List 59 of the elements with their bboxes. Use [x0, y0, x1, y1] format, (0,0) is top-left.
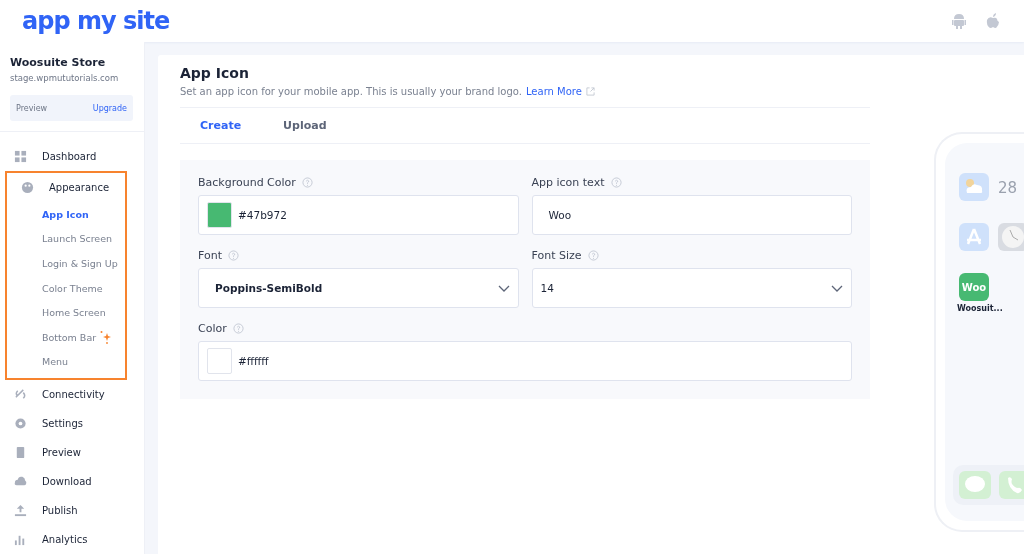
nav-item[interactable]: Settings — [0, 409, 144, 439]
phone-call-icon[interactable] — [999, 471, 1024, 499]
field-label: Color — [198, 322, 227, 335]
help-icon[interactable] — [227, 250, 239, 261]
select-field[interactable]: Poppins-SemiBold — [198, 268, 519, 308]
logo[interactable]: app my site — [22, 7, 170, 35]
color-swatch[interactable] — [207, 202, 232, 228]
select-field[interactable]: 14 — [531, 268, 852, 308]
settings-icon — [14, 417, 27, 431]
upgrade-link[interactable]: Upgrade — [92, 103, 127, 113]
tab[interactable]: Upload — [283, 119, 327, 132]
message-icon[interactable] — [959, 471, 991, 499]
sub-nav-item[interactable]: Home Screen — [7, 300, 125, 325]
store-name: Woosuite Store — [9, 56, 107, 69]
input-field[interactable]: Woo — [531, 195, 852, 235]
bar-chart-icon — [14, 533, 27, 547]
clock-icon[interactable] — [998, 223, 1024, 251]
sub-nav-item[interactable]: Menu — [7, 349, 125, 375]
external-link-icon — [585, 87, 595, 96]
nav-item[interactable]: Analytics — [0, 525, 144, 554]
nav-item[interactable]: Connectivity — [0, 380, 144, 410]
nav-item[interactable]: Dashboard — [0, 142, 144, 171]
weather-icon[interactable] — [959, 173, 989, 201]
field-label: App icon text — [531, 176, 605, 189]
chevron-down-icon — [831, 284, 843, 292]
color-swatch[interactable] — [207, 348, 232, 374]
learn-more-link[interactable]: Learn More — [525, 86, 582, 97]
page-title: App Icon — [180, 65, 250, 81]
sub-nav-item[interactable]: App Icon — [7, 202, 125, 227]
nav-item[interactable]: Publish — [0, 496, 144, 526]
grid-icon — [14, 150, 27, 163]
app-store-icon[interactable] — [959, 223, 989, 251]
app-label: Woosuit... — [957, 304, 1003, 313]
help-icon[interactable] — [610, 177, 622, 188]
help-icon[interactable] — [587, 250, 599, 261]
phone-icon — [14, 446, 27, 460]
help-icon[interactable] — [301, 177, 313, 188]
android-icon[interactable] — [952, 13, 966, 29]
sub-nav-item[interactable]: Login & Sign Up — [7, 251, 125, 276]
store-url: stage.wpmututorials.com — [9, 73, 120, 83]
field-label: Font Size — [531, 249, 582, 262]
color-field[interactable]: #ffffff — [198, 341, 852, 381]
sub-nav-item[interactable]: Bottom Bar — [7, 324, 125, 350]
page-description: Set an app icon for your mobile app. This is usually your brand logo. — [180, 86, 522, 97]
field-label: Font — [198, 249, 222, 262]
nav-item[interactable]: Appearance — [7, 173, 125, 202]
sub-nav-item[interactable]: Color Theme — [7, 275, 125, 301]
nav-item[interactable]: Download — [0, 467, 144, 497]
help-icon[interactable] — [232, 323, 244, 334]
tab[interactable]: Create — [200, 119, 242, 132]
apple-icon[interactable] — [986, 13, 1000, 29]
field-label: Background Color — [198, 176, 296, 189]
upload-icon — [14, 504, 27, 518]
color-field[interactable]: #47b972 — [198, 195, 519, 235]
nav-item[interactable]: Preview — [0, 438, 144, 468]
plan-label: Preview — [16, 103, 48, 113]
chevron-down-icon — [497, 284, 510, 292]
sub-nav-item[interactable]: Launch Screen — [7, 226, 125, 252]
calendar-date: 28 — [998, 179, 1018, 197]
